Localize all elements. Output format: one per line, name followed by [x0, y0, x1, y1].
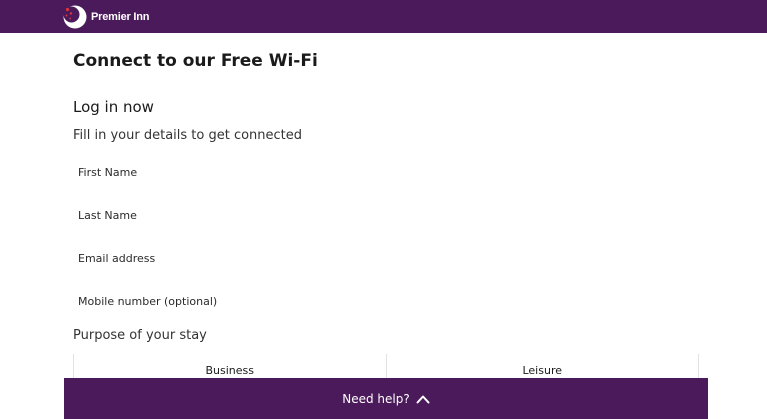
brand-logo[interactable]: Premier Inn [63, 5, 150, 29]
section-title: Log in now [73, 98, 154, 116]
mobile-number-input[interactable] [73, 287, 699, 319]
email-input[interactable] [73, 244, 699, 276]
email-field[interactable]: Email address [73, 244, 699, 276]
page-title: Connect to our Free Wi-Fi [73, 51, 318, 71]
chevron-up-icon [416, 395, 430, 403]
brand-name: Premier Inn [91, 11, 150, 23]
section-subtitle: Fill in your details to get connected [73, 128, 303, 143]
need-help-button[interactable]: Need help? [64, 378, 708, 419]
last-name-field[interactable]: Last Name [73, 201, 699, 233]
mobile-number-field[interactable]: Mobile number (optional) [73, 287, 699, 319]
top-header: Premier Inn [0, 0, 767, 33]
moon-stars-icon [63, 5, 87, 29]
need-help-label: Need help? [342, 391, 410, 406]
first-name-field[interactable]: First Name [73, 158, 699, 190]
first-name-input[interactable] [73, 158, 699, 190]
purpose-label: Purpose of your stay [73, 328, 207, 343]
last-name-input[interactable] [73, 201, 699, 233]
